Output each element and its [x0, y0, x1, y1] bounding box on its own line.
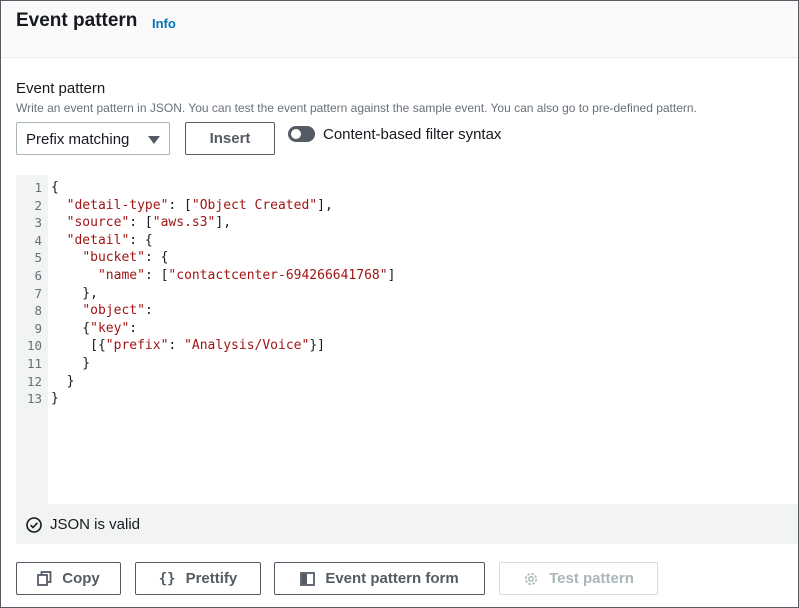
copy-icon [37, 571, 52, 586]
gear-icon [525, 572, 538, 585]
line-number: 6 [34, 268, 42, 283]
line-number: 12 [26, 373, 42, 389]
line-number: 1 [34, 180, 42, 195]
code-line: { [51, 180, 59, 195]
test-pattern-button[interactable]: Test pattern [499, 562, 658, 595]
code-line: "detail": { [66, 232, 153, 248]
line-number: 2 [34, 197, 42, 213]
caret-down-icon [148, 136, 160, 144]
code-line: } [51, 391, 59, 407]
code-line: "detail-type": ["Object Created"], [66, 197, 333, 213]
prettify-label: Prettify [185, 570, 238, 587]
field-description: Write an event pattern in JSON. You can … [16, 101, 697, 115]
code-line: "source": ["aws.s3"], [66, 215, 232, 231]
copy-label: Copy [62, 570, 100, 587]
json-editor[interactable]: 1 2 3 4 5 6 7 8 9 10 11 12 13 { "detail-… [16, 175, 798, 504]
line-number: 7 [34, 285, 42, 301]
code-line: {"key": [51, 320, 138, 336]
code-content[interactable]: { "detail-type": ["Object Created"], "so… [51, 179, 395, 408]
insert-button[interactable]: Insert [185, 122, 275, 155]
event-pattern-form-button[interactable]: Event pattern form [274, 562, 485, 595]
code-line: "bucket": { [82, 250, 169, 266]
event-pattern-panel: Event pattern Info Event pattern Write a… [0, 0, 799, 608]
copy-button[interactable]: Copy [16, 562, 121, 595]
line-number: 13 [26, 391, 42, 407]
test-pattern-label: Test pattern [549, 570, 634, 587]
select-value: Prefix matching [26, 131, 130, 148]
pattern-type-select[interactable]: Prefix matching [16, 122, 170, 155]
code-line: } [51, 373, 75, 389]
code-line: } [51, 355, 91, 371]
code-line: "object": [82, 303, 153, 319]
line-number: 11 [26, 356, 42, 371]
prettify-button[interactable]: {} Prettify [135, 562, 261, 595]
toggle-knob [291, 129, 301, 139]
content-filter-toggle[interactable] [288, 126, 315, 142]
validation-status-bar: JSON is valid [16, 504, 798, 544]
line-number: 5 [34, 250, 42, 266]
validation-status-text: JSON is valid [50, 516, 141, 533]
line-number-gutter: 1 2 3 4 5 6 7 8 9 10 11 12 13 [16, 175, 48, 504]
toggle-label: Content-based filter syntax [323, 126, 502, 143]
code-line: "name": ["contactcenter-694266641768"] [97, 267, 396, 283]
line-number: 10 [26, 338, 42, 354]
info-link[interactable]: Info [152, 16, 176, 31]
line-number: 8 [34, 303, 42, 319]
code-line: }, [51, 285, 98, 301]
line-number: 4 [34, 232, 42, 248]
line-number: 3 [34, 215, 42, 231]
form-icon [300, 571, 316, 586]
page-title: Event pattern [16, 10, 138, 31]
line-number: 9 [34, 320, 42, 336]
code-line: [{"prefix": "Analysis/Voice"}] [51, 338, 325, 354]
check-circle-icon [26, 517, 42, 538]
event-pattern-form-label: Event pattern form [325, 570, 459, 587]
field-label: Event pattern [16, 80, 106, 97]
panel-header: Event pattern Info [1, 1, 798, 58]
braces-icon: {} [158, 570, 176, 587]
